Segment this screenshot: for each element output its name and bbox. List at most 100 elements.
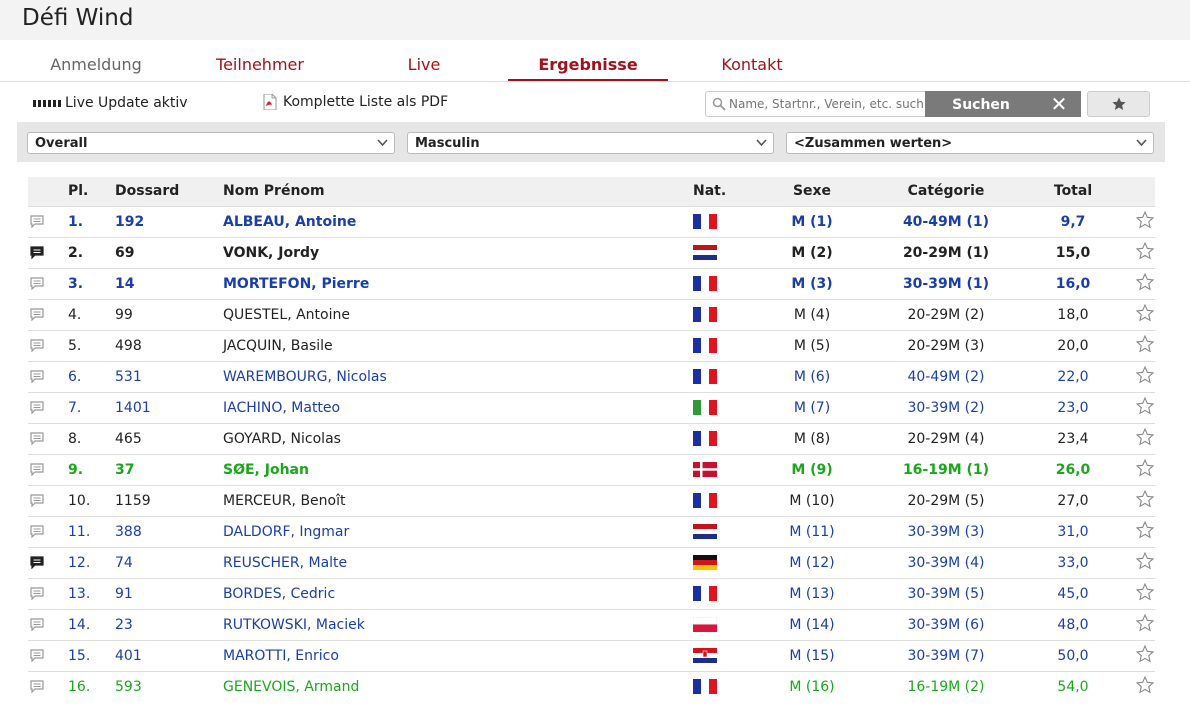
favorite-star-icon[interactable] — [1125, 330, 1155, 361]
favorite-star-icon[interactable] — [1125, 609, 1155, 640]
cell-name[interactable]: DALDORF, Ingmar — [223, 516, 693, 547]
table-row[interactable]: 16. 593 GENEVOIS, Armand M (16) 16-19M (2) 54… — [28, 671, 1155, 702]
cell-category: 20-29M (3) — [907, 337, 985, 354]
favorite-star-icon[interactable] — [1125, 237, 1155, 268]
favorite-star-icon[interactable] — [1125, 454, 1155, 485]
comment-icon[interactable] — [28, 206, 68, 237]
favorite-star-icon[interactable] — [1125, 547, 1155, 578]
table-row[interactable]: 5. 498 JACQUIN, Basile M (5) 20-29M (3) 20,0 — [28, 330, 1155, 361]
cell-sex: M (11) — [789, 523, 835, 540]
table-row[interactable]: 10. 1159 MERCEUR, Benoît M (10) 20-29M (5) 27… — [28, 485, 1155, 516]
gender-select[interactable]: Masculin — [407, 132, 774, 154]
favorite-star-icon[interactable] — [1125, 640, 1155, 671]
header-place[interactable]: Pl. — [68, 177, 115, 206]
cell-name[interactable]: REUSCHER, Malte — [223, 547, 693, 578]
cell-total: 22,0 — [1057, 368, 1089, 385]
table-row[interactable]: 8. 465 GOYARD, Nicolas M (8) 20-29M (4) 23,4 — [28, 423, 1155, 454]
favorites-button[interactable] — [1087, 91, 1150, 117]
cell-name[interactable]: GENEVOIS, Armand — [223, 671, 693, 702]
cell-name[interactable]: MERCEUR, Benoît — [223, 485, 693, 516]
table-row[interactable]: 1. 192 ALBEAU, Antoine M (1) 40-49M (1) 9,7 — [28, 206, 1155, 237]
comment-icon[interactable] — [28, 609, 68, 640]
header-name[interactable]: Nom Prénom — [223, 177, 693, 206]
table-row[interactable]: 15. 401 MAROTTI, Enrico M (15) 30-39M (7) 50,… — [28, 640, 1155, 671]
flag-nl-icon — [693, 237, 753, 268]
tab-kontakt[interactable]: Kontakt — [672, 55, 832, 81]
cell-name[interactable]: IACHINO, Matteo — [223, 392, 693, 423]
cell-name[interactable]: VONK, Jordy — [223, 237, 693, 268]
cell-name[interactable]: MORTEFON, Pierre — [223, 268, 693, 299]
cell-name[interactable]: RUTKOWSKI, Maciek — [223, 609, 693, 640]
comment-icon[interactable] — [28, 268, 68, 299]
pdf-link[interactable]: Komplette Liste als PDF — [263, 94, 448, 110]
favorite-star-icon[interactable] — [1125, 485, 1155, 516]
comment-icon[interactable] — [28, 392, 68, 423]
comment-icon[interactable] — [28, 361, 68, 392]
table-row[interactable]: 4. 99 QUESTEL, Antoine M (4) 20-29M (2) 18,0 — [28, 299, 1155, 330]
cell-total: 23,0 — [1057, 399, 1089, 416]
table-row[interactable]: 9. 37 SØE, Johan M (9) 16-19M (1) 26,0 — [28, 454, 1155, 485]
cell-name[interactable]: MAROTTI, Enrico — [223, 640, 693, 671]
comment-icon[interactable] — [28, 485, 68, 516]
table-row[interactable]: 11. 388 DALDORF, Ingmar M (11) 30-39M (3) 31,… — [28, 516, 1155, 547]
cell-bib: 91 — [115, 585, 133, 602]
tab-live[interactable]: Live — [344, 55, 504, 81]
favorite-star-icon[interactable] — [1125, 578, 1155, 609]
table-row[interactable]: 13. 91 BORDES, Cedric M (13) 30-39M (5) 45,0 — [28, 578, 1155, 609]
cell-bib: 593 — [115, 678, 142, 695]
live-update-toggle[interactable]: Live Update aktiv — [33, 95, 188, 111]
tab-ergebnisse[interactable]: Ergebnisse — [508, 55, 668, 81]
cell-name[interactable]: GOYARD, Nicolas — [223, 423, 693, 454]
cell-place: 6. — [68, 368, 82, 385]
comment-icon[interactable] — [28, 516, 68, 547]
cell-bib: 1401 — [115, 399, 151, 416]
table-row[interactable]: 3. 14 MORTEFON, Pierre M (3) 30-39M (1) 16,0 — [28, 268, 1155, 299]
cell-place: 4. — [68, 306, 82, 323]
comment-icon[interactable] — [28, 547, 68, 578]
cell-place: 10. — [68, 492, 91, 509]
cell-name[interactable]: SØE, Johan — [223, 454, 693, 485]
table-row[interactable]: 12. 74 REUSCHER, Malte M (12) 30-39M (4) 33,0 — [28, 547, 1155, 578]
favorite-star-icon[interactable] — [1125, 206, 1155, 237]
clear-search-button[interactable]: ✕ — [1037, 91, 1081, 117]
favorite-star-icon[interactable] — [1125, 423, 1155, 454]
comment-icon[interactable] — [28, 454, 68, 485]
favorite-star-icon[interactable] — [1125, 392, 1155, 423]
cell-place: 16. — [68, 678, 91, 695]
cell-name[interactable]: BORDES, Cedric — [223, 578, 693, 609]
comment-icon[interactable] — [28, 237, 68, 268]
search-button[interactable]: Suchen — [925, 91, 1037, 117]
tab-teilnehmer[interactable]: Teilnehmer — [180, 55, 340, 81]
header-cat[interactable]: Catégorie — [871, 177, 1021, 206]
comment-icon[interactable] — [28, 578, 68, 609]
table-row[interactable]: 6. 531 WAREMBOURG, Nicolas M (6) 40-49M (2) 2… — [28, 361, 1155, 392]
header-bib[interactable]: Dossard — [115, 177, 223, 206]
table-row[interactable]: 2. 69 VONK, Jordy M (2) 20-29M (1) 15,0 — [28, 237, 1155, 268]
favorite-star-icon[interactable] — [1125, 516, 1155, 547]
header-nat[interactable]: Nat. — [693, 177, 753, 206]
flag-pl-icon — [693, 609, 753, 640]
cell-category: 16-19M (1) — [902, 461, 990, 478]
comment-icon[interactable] — [28, 640, 68, 671]
favorite-star-icon[interactable] — [1125, 299, 1155, 330]
cell-name[interactable]: ALBEAU, Antoine — [223, 206, 693, 237]
cell-name[interactable]: WAREMBOURG, Nicolas — [223, 361, 693, 392]
tab-anmeldung[interactable]: Anmeldung — [16, 55, 176, 81]
header-sex[interactable]: Sexe — [753, 177, 871, 206]
cell-sex: M (1) — [791, 213, 833, 230]
comment-icon[interactable] — [28, 671, 68, 702]
table-row[interactable]: 7. 1401 IACHINO, Matteo M (7) 30-39M (2) 23,0 — [28, 392, 1155, 423]
table-row[interactable]: 14. 23 RUTKOWSKI, Maciek M (14) 30-39M (6) 48… — [28, 609, 1155, 640]
comment-icon[interactable] — [28, 423, 68, 454]
contest-select[interactable]: Overall — [27, 132, 395, 154]
cell-name[interactable]: JACQUIN, Basile — [223, 330, 693, 361]
cell-name[interactable]: QUESTEL, Antoine — [223, 299, 693, 330]
grouping-select[interactable]: <Zusammen werten> — [786, 132, 1154, 154]
comment-icon[interactable] — [28, 299, 68, 330]
favorite-star-icon[interactable] — [1125, 361, 1155, 392]
comment-icon[interactable] — [28, 330, 68, 361]
favorite-star-icon[interactable] — [1125, 268, 1155, 299]
search-input[interactable] — [729, 97, 924, 111]
favorite-star-icon[interactable] — [1125, 671, 1155, 702]
header-total[interactable]: Total — [1021, 177, 1125, 206]
